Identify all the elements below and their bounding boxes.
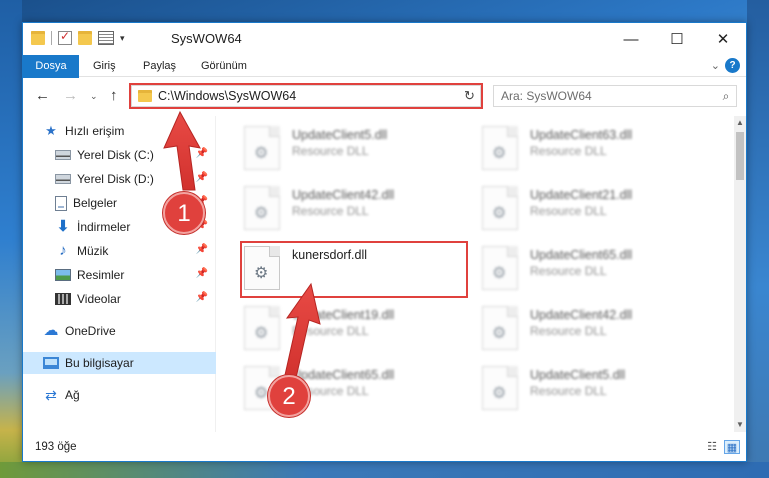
- arrow-2-icon: [284, 282, 321, 379]
- arrow-1-icon: [163, 110, 201, 191]
- step-2-badge: 2: [268, 375, 310, 417]
- step-1-badge: 1: [163, 192, 205, 234]
- annotation-arrows: [163, 110, 321, 379]
